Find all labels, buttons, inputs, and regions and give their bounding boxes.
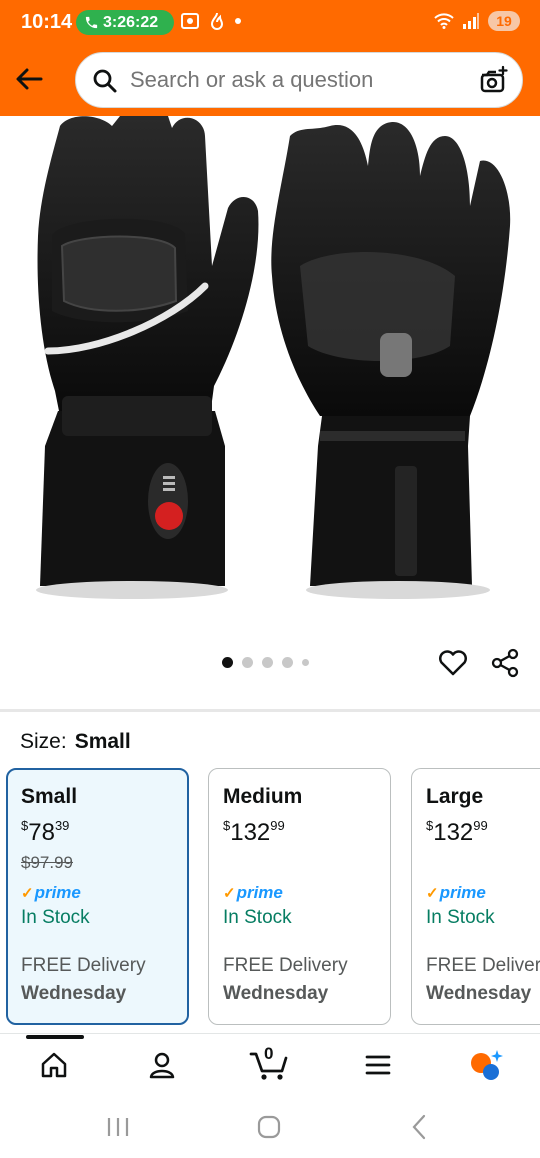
wifi-icon <box>434 13 454 29</box>
nav-rufus[interactable] <box>466 1047 506 1083</box>
size-label-row: Size: Small <box>20 730 131 754</box>
bottom-nav <box>0 1033 540 1096</box>
recent-apps-icon[interactable] <box>106 1116 130 1138</box>
flame-icon <box>210 12 224 30</box>
delivery-text: FREE Delivery <box>223 955 348 976</box>
delivery-text: FREE Delivery <box>21 955 146 976</box>
battery-indicator: 19 <box>488 11 520 31</box>
phone-icon <box>85 16 98 29</box>
search-header <box>0 46 540 116</box>
back-nav-icon[interactable] <box>409 1114 429 1140</box>
heart-icon[interactable] <box>437 647 469 679</box>
price-whole: 132 <box>230 819 271 846</box>
prime-text: prime <box>34 883 81 902</box>
share-icon[interactable] <box>489 647 521 679</box>
size-option-name: Large <box>426 785 484 808</box>
prime-check-icon: ✓ <box>426 885 439 902</box>
account-icon <box>149 1052 175 1079</box>
size-option-small[interactable]: Small $7839 $97.99 ✓ prime In Stock FREE … <box>6 768 189 1025</box>
size-option-name: Medium <box>223 785 303 808</box>
search-input[interactable] <box>130 67 470 93</box>
selected-size: Small <box>74 730 131 753</box>
size-option-price: $7839 <box>21 818 187 847</box>
delivery-day: Wednesday <box>223 983 329 1004</box>
search-bar[interactable] <box>75 52 523 108</box>
pager-dot[interactable] <box>262 657 273 668</box>
status-bar: 10:14 3:26:22 19 <box>0 0 540 46</box>
heated-gloves-image <box>36 116 511 599</box>
delivery-day: Wednesday <box>426 983 532 1004</box>
back-arrow-icon <box>16 68 43 90</box>
screen-capture-icon <box>181 13 199 29</box>
list-price <box>426 853 540 873</box>
product-image[interactable] <box>0 116 540 636</box>
size-label: Size: <box>20 730 67 753</box>
back-button[interactable] <box>12 62 46 96</box>
signal-icon <box>463 13 479 29</box>
image-pager[interactable] <box>222 657 309 668</box>
search-icon <box>93 69 117 93</box>
nav-menu[interactable] <box>358 1047 398 1083</box>
prime-check-icon: ✓ <box>223 885 236 902</box>
camera-lens-icon[interactable] <box>478 65 508 95</box>
cart-count: 0 <box>264 1044 274 1063</box>
prime-badge: ✓ prime <box>21 883 187 903</box>
nav-account[interactable] <box>142 1047 182 1083</box>
price-fraction: 99 <box>473 818 488 833</box>
home-icon <box>41 1052 67 1078</box>
delivery-text: FREE Delivery <box>426 955 540 976</box>
pager-dot[interactable] <box>302 659 309 666</box>
delivery-day: Wednesday <box>21 983 127 1004</box>
list-price <box>223 853 390 873</box>
price-whole: 78 <box>28 819 55 846</box>
status-system-icons: 19 <box>434 11 520 31</box>
size-option-price: $13299 <box>426 818 540 847</box>
call-timer-pill[interactable]: 3:26:22 <box>76 10 174 35</box>
prime-badge: ✓ prime <box>426 883 540 903</box>
size-option-name: Small <box>21 785 78 808</box>
price-fraction: 99 <box>270 818 285 833</box>
list-price: $97.99 <box>21 853 73 872</box>
prime-text: prime <box>236 883 283 902</box>
pager-dot[interactable] <box>222 657 233 668</box>
price-whole: 132 <box>433 819 474 846</box>
size-option-price: $13299 <box>223 818 390 847</box>
status-time: 10:14 <box>21 11 73 33</box>
dot-icon <box>235 18 241 24</box>
section-divider <box>0 709 540 712</box>
price-fraction: 39 <box>54 818 70 833</box>
size-option-medium[interactable]: Medium $13299 ✓ prime In Stock FREE Deliv… <box>208 768 391 1025</box>
stock-status: In Stock <box>426 907 495 928</box>
android-nav-bar <box>0 1096 540 1158</box>
active-tab-indicator <box>26 1035 84 1039</box>
stock-status: In Stock <box>21 907 90 928</box>
stock-status: In Stock <box>223 907 292 928</box>
prime-check-icon: ✓ <box>21 885 34 902</box>
prime-text: prime <box>439 883 486 902</box>
size-option-large[interactable]: Large $13299 ✓ prime In Stock FREE Delive… <box>411 768 540 1025</box>
menu-icon <box>365 1055 391 1075</box>
pager-dot[interactable] <box>282 657 293 668</box>
status-notification-icons <box>180 11 242 31</box>
prime-badge: ✓ prime <box>223 883 390 903</box>
pager-dot[interactable] <box>242 657 253 668</box>
call-timer-text: 3:26:22 <box>103 13 159 31</box>
home-button-icon[interactable] <box>257 1115 281 1139</box>
nav-home[interactable] <box>34 1047 74 1083</box>
rufus-icon <box>471 1050 503 1080</box>
